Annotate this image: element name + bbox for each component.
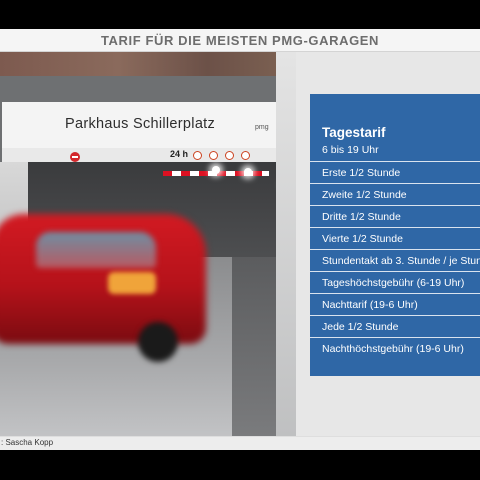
tariff-title: Tagestarif	[322, 125, 386, 140]
car-tire	[138, 322, 178, 362]
tariff-row: Nachttarif (19-6 Uhr)	[310, 293, 480, 316]
no-parking-icon	[225, 151, 234, 160]
right-wall	[276, 52, 296, 436]
car-taillight	[108, 272, 156, 294]
tariff-row: Vierte 1/2 Stunde	[310, 227, 480, 250]
tariff-row: Zweite 1/2 Stunde	[310, 183, 480, 206]
tariff-row: Erste 1/2 Stunde	[310, 161, 480, 184]
warning-icon	[209, 151, 218, 160]
photo-credit: : Sascha Kopp	[1, 438, 54, 447]
tariff-panel: Tagestarif 6 bis 19 Uhr Erste 1/2 Stunde…	[310, 94, 480, 376]
tariff-subtitle: 6 bis 19 Uhr	[322, 144, 379, 156]
tariff-row: Jede 1/2 Stunde	[310, 315, 480, 338]
tariff-row: Nachthöchstgebühr (19-6 Uhr)	[310, 337, 480, 360]
speed-limit-icon	[241, 151, 250, 160]
sign-text: Parkhaus Schillerplatz	[65, 116, 216, 132]
header-title: TARIF FÜR DIE MEISTEN PMG-GARAGEN	[100, 32, 380, 48]
brick-facade	[0, 52, 296, 76]
ceiling-lamp	[244, 168, 252, 176]
tariff-row: Tageshöchstgebühr (6-19 Uhr)	[310, 271, 480, 294]
garage-photo: Parkhaus Schillerplatz pmg 24 h	[0, 52, 296, 436]
height-limit-icon	[193, 151, 202, 160]
tariff-row: Dritte 1/2 Stunde	[310, 205, 480, 228]
infographic: TARIF FÜR DIE MEISTEN PMG-GARAGEN Parkha…	[0, 29, 480, 450]
curb	[232, 257, 276, 436]
sign-logo: pmg	[255, 124, 269, 131]
tariff-row: Stundentakt ab 3. Stunde / je Stun	[310, 249, 480, 272]
ceiling-lamp	[212, 166, 220, 174]
garage-sign: Parkhaus Schillerplatz pmg	[2, 102, 276, 149]
header-bar: TARIF FÜR DIE MEISTEN PMG-GARAGEN	[0, 29, 480, 52]
photo-credit-bar: : Sascha Kopp	[0, 436, 480, 450]
hours-label: 24 h	[170, 149, 189, 159]
no-entry-icon	[70, 152, 80, 162]
car-window	[36, 232, 156, 268]
sign-strip	[2, 148, 276, 162]
